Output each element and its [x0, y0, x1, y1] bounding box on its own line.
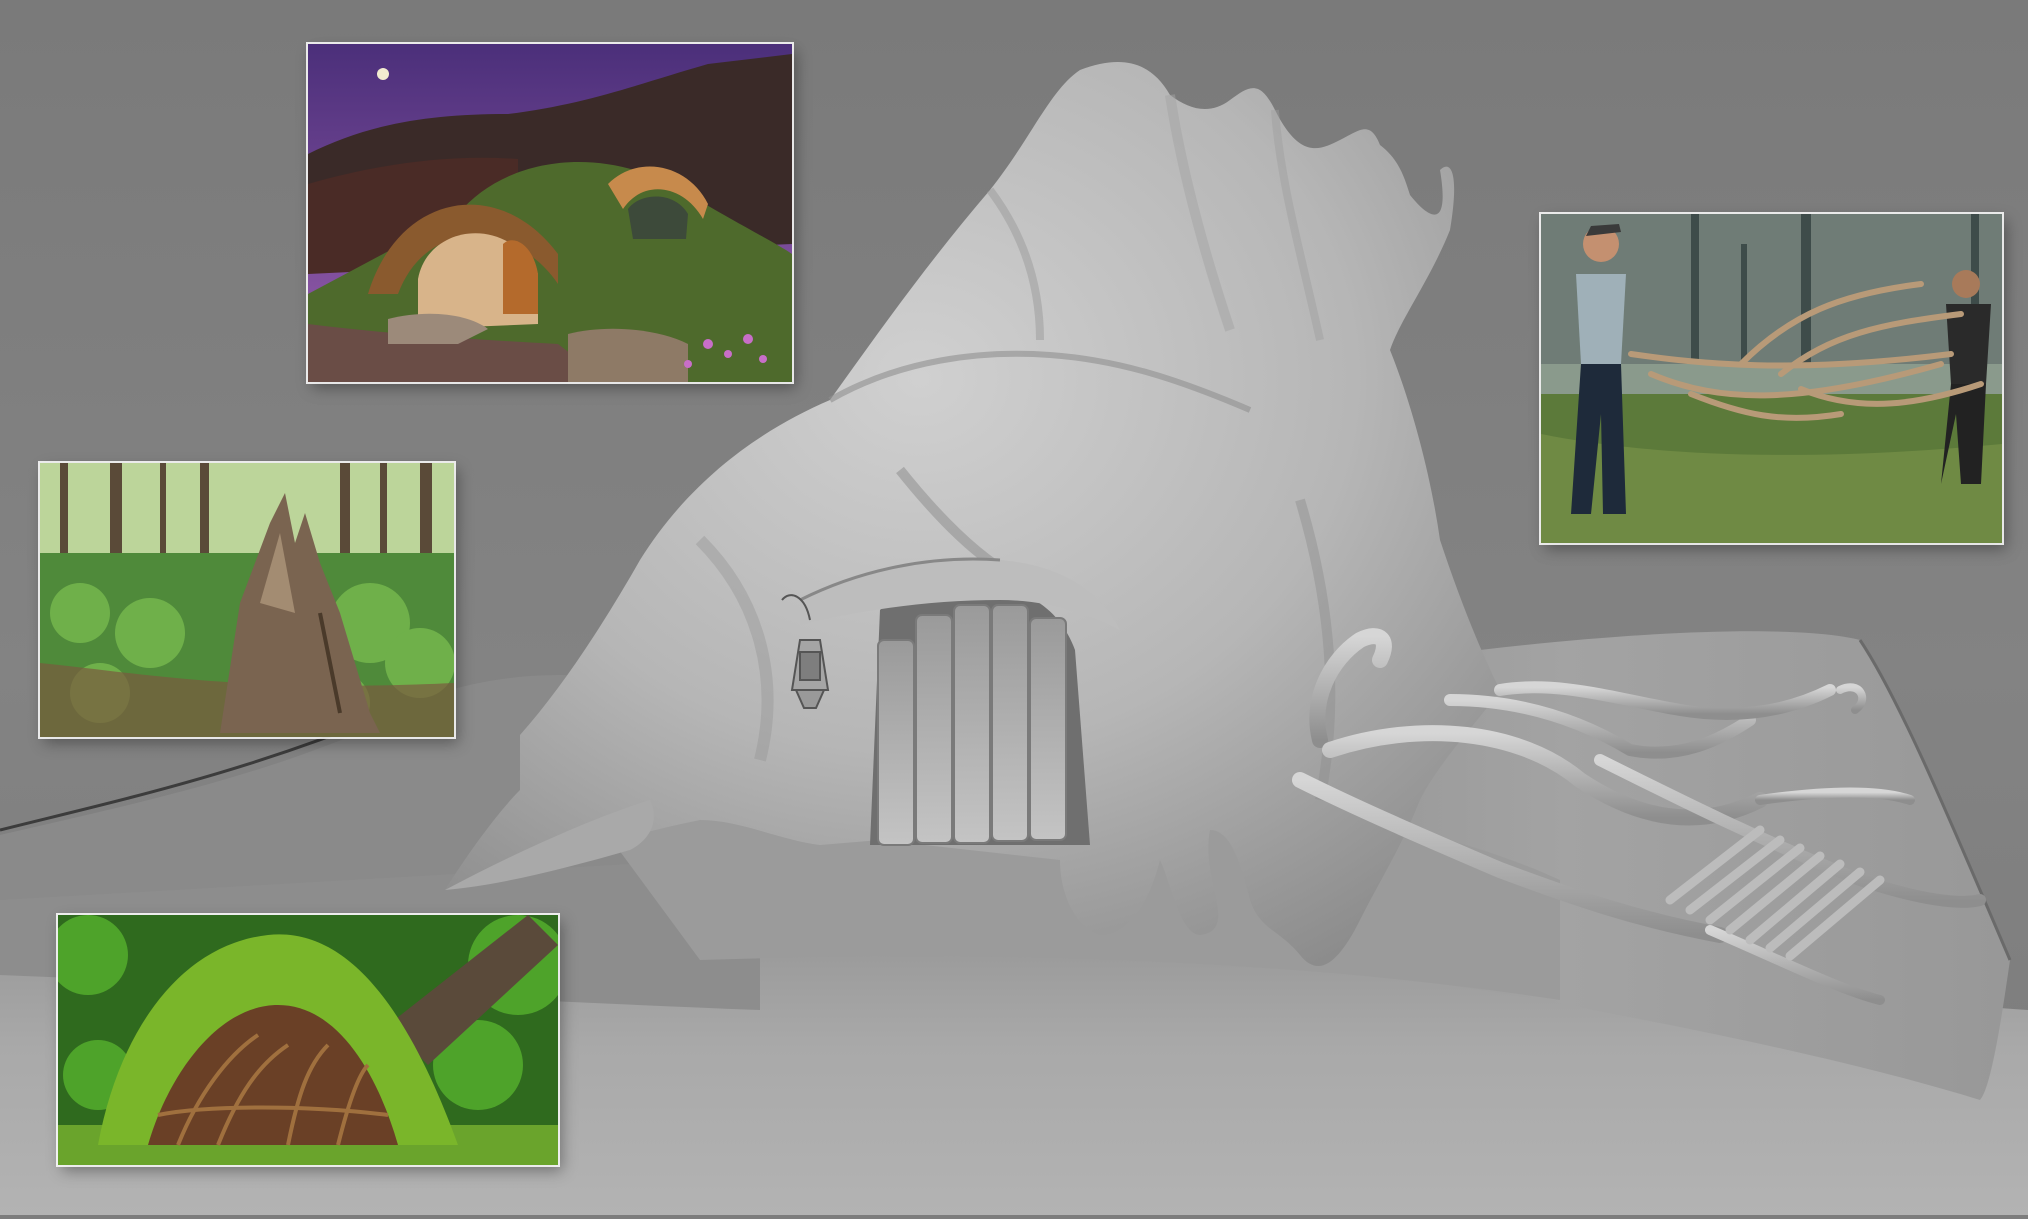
reference-photo-hobbit-house — [308, 44, 792, 382]
reference-photo-carrying-branches — [1541, 214, 2002, 543]
reference-photo-mossy-roots — [58, 915, 558, 1165]
reference-photo-tree-stump — [40, 463, 454, 737]
door-planks — [877, 604, 1067, 846]
scene-canvas — [0, 0, 2028, 1215]
carrying-branches-illustration — [1541, 214, 2002, 543]
hobbit-house-illustration — [308, 44, 792, 382]
mossy-roots-illustration — [58, 915, 558, 1165]
tree-stump-illustration — [40, 463, 454, 737]
